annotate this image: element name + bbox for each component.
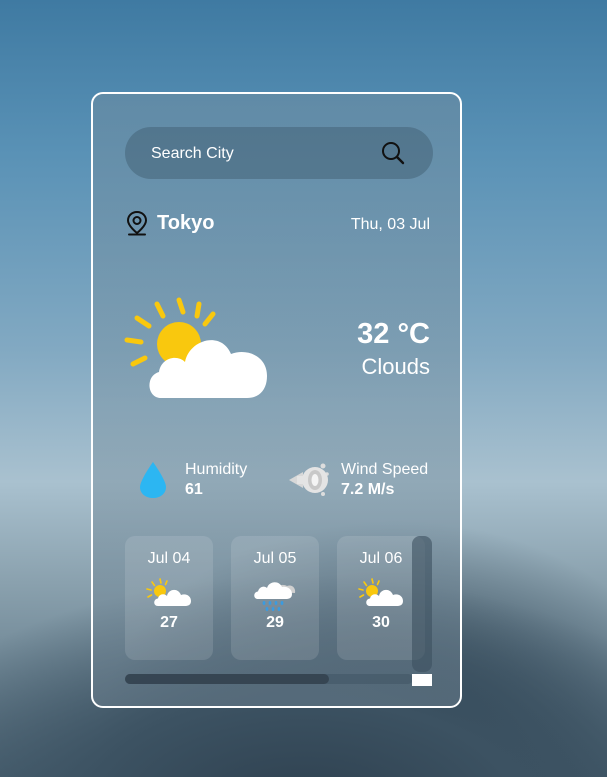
scrollbar-corner bbox=[412, 674, 432, 686]
rain-cloud-icon bbox=[254, 582, 296, 611]
horizontal-scrollbar-thumb[interactable] bbox=[125, 674, 329, 684]
sun-behind-cloud-icon bbox=[124, 297, 267, 398]
water-drop-icon bbox=[140, 462, 166, 498]
vertical-scrollbar[interactable] bbox=[412, 536, 432, 672]
wind-label: Wind Speed bbox=[341, 461, 429, 478]
current-condition: Clouds bbox=[361, 354, 430, 379]
weather-card: Tokyo Thu, 03 Jul 32 °C Clouds Humidity … bbox=[91, 92, 462, 708]
humidity-value: 61 bbox=[185, 481, 203, 498]
search-button[interactable] bbox=[379, 139, 407, 167]
search-icon bbox=[382, 142, 405, 165]
wind-value: 7.2 M/s bbox=[341, 481, 395, 498]
forecast-item[interactable]: Jul 05 29 bbox=[231, 536, 319, 660]
search-input[interactable] bbox=[149, 127, 373, 181]
sun-behind-cloud-icon bbox=[146, 578, 191, 606]
forecast-date: Jul 04 bbox=[147, 550, 191, 567]
location-header: Tokyo bbox=[125, 210, 214, 236]
forecast-temperature: 29 bbox=[266, 614, 284, 631]
wind-icon bbox=[289, 463, 329, 496]
wind-stat: Wind Speed 7.2 M/s bbox=[287, 460, 428, 500]
city-name: Tokyo bbox=[157, 211, 215, 234]
current-temperature: 32 °C bbox=[357, 318, 430, 350]
current-date: Thu, 03 Jul bbox=[350, 216, 430, 233]
forecast-temperature: 27 bbox=[160, 614, 178, 631]
humidity-stat: Humidity 61 bbox=[137, 460, 247, 500]
humidity-label: Humidity bbox=[185, 461, 248, 478]
forecast-date: Jul 05 bbox=[253, 550, 297, 567]
search-bar bbox=[125, 127, 433, 181]
sun-behind-cloud-icon bbox=[358, 578, 403, 606]
forecast-item[interactable]: Jul 04 27 bbox=[125, 536, 213, 660]
location-pin-icon bbox=[126, 210, 148, 236]
